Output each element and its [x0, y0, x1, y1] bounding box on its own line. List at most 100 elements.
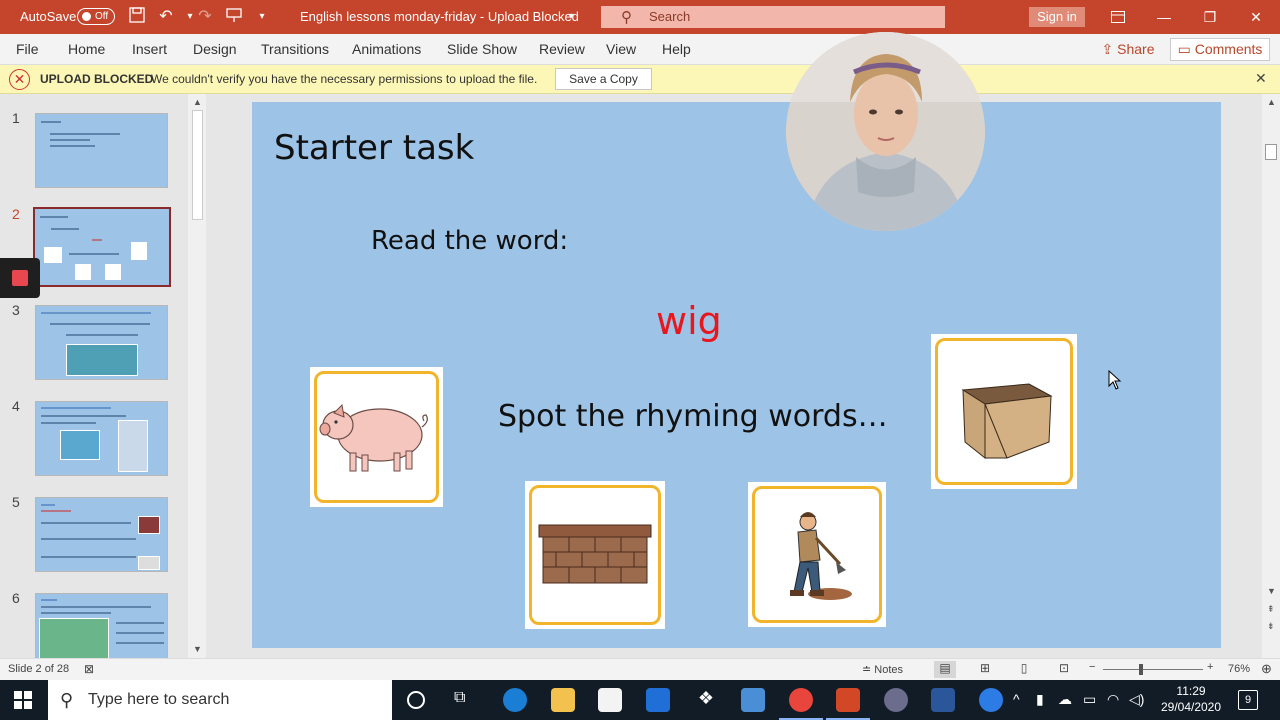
- slide-thumbnail-3[interactable]: [35, 305, 168, 380]
- notes-button[interactable]: ≐ Notes: [862, 663, 903, 676]
- zoom-out-icon[interactable]: −: [1089, 661, 1095, 673]
- slide-instruction[interactable]: Read the word:: [371, 226, 568, 256]
- infobar-message: We couldn't verify you have the necessar…: [151, 72, 538, 86]
- help-icon[interactable]: [979, 688, 1003, 712]
- wall-card[interactable]: [525, 481, 665, 629]
- tab-view[interactable]: View: [606, 41, 636, 57]
- thumb-number: 4: [12, 398, 20, 414]
- store-icon[interactable]: [598, 688, 622, 712]
- zoom-slider-knob[interactable]: [1139, 664, 1143, 675]
- tab-insert[interactable]: Insert: [132, 41, 167, 57]
- undo-icon[interactable]: ↶: [156, 7, 176, 27]
- comments-button[interactable]: ▭ Comments: [1170, 38, 1270, 61]
- scroll-down-icon[interactable]: ▼: [1267, 586, 1276, 596]
- tab-file[interactable]: File: [16, 41, 39, 57]
- autosave-toggle[interactable]: Off: [77, 8, 115, 25]
- share-button[interactable]: ⇪ Share: [1093, 38, 1163, 61]
- tab-review[interactable]: Review: [539, 41, 585, 57]
- save-a-copy-button[interactable]: Save a Copy: [555, 68, 652, 90]
- slide-canvas[interactable]: Starter task Read the word: wig Spot the…: [252, 102, 1221, 648]
- wifi-icon[interactable]: ◠: [1107, 691, 1119, 708]
- tab-slide-show[interactable]: Slide Show: [447, 41, 517, 57]
- slide-thumbnail-2[interactable]: [33, 207, 171, 287]
- box-card[interactable]: [931, 334, 1077, 489]
- scroll-down-icon[interactable]: ▼: [193, 644, 202, 654]
- onedrive-icon[interactable]: ☁: [1058, 691, 1072, 708]
- app-icon[interactable]: [646, 688, 670, 712]
- infobar-close-icon[interactable]: ✕: [1255, 70, 1267, 87]
- sign-in-button[interactable]: Sign in: [1029, 7, 1085, 27]
- previous-slide-icon[interactable]: ⇞: [1267, 604, 1275, 615]
- notification-center-icon[interactable]: 9: [1238, 690, 1258, 710]
- tab-help[interactable]: Help: [662, 41, 691, 57]
- tab-animations[interactable]: Animations: [352, 41, 421, 57]
- taskbar-search-box[interactable]: ⚲ Type here to search: [48, 680, 392, 720]
- comment-icon: ▭: [1177, 41, 1195, 57]
- slide-thumbnail-1[interactable]: [35, 113, 168, 188]
- customize-toolbar-icon[interactable]: ▾: [252, 7, 272, 27]
- normal-view-icon[interactable]: ▤: [934, 661, 956, 678]
- scroll-up-icon[interactable]: ▲: [193, 97, 202, 107]
- title-chevron-down-icon[interactable]: ▾: [561, 7, 581, 27]
- tab-transitions[interactable]: Transitions: [261, 41, 329, 57]
- zoom-in-icon[interactable]: +: [1207, 661, 1213, 673]
- slide-title[interactable]: Starter task: [274, 128, 474, 168]
- tab-design[interactable]: Design: [193, 41, 237, 57]
- slide-scrollbar[interactable]: ▲ ▼ ⇞ ⇟: [1262, 94, 1280, 658]
- fit-to-window-icon[interactable]: ⊕: [1261, 661, 1272, 677]
- paint-icon[interactable]: [884, 688, 908, 712]
- comments-label: Comments: [1194, 41, 1263, 57]
- dropbox-icon[interactable]: ❖: [694, 688, 718, 712]
- slide-thumbnail-4[interactable]: [35, 401, 168, 476]
- battery-icon[interactable]: ▭: [1083, 691, 1096, 708]
- powerpoint-icon[interactable]: [826, 688, 870, 720]
- presenter-webcam: [786, 32, 985, 231]
- target-word[interactable]: wig: [656, 299, 722, 343]
- search-box[interactable]: ⚲ Search: [601, 6, 945, 28]
- thumbnail-scrollbar[interactable]: ▲ ▼: [188, 94, 206, 658]
- word-icon[interactable]: [931, 688, 955, 712]
- thumb-number: 2: [12, 206, 20, 222]
- slide-scroll-thumb[interactable]: [1265, 144, 1277, 160]
- redo-icon[interactable]: ↷: [195, 7, 215, 27]
- show-hidden-icons-icon[interactable]: ^: [1013, 691, 1020, 707]
- minimize-icon[interactable]: —: [1141, 0, 1187, 34]
- tab-home[interactable]: Home: [68, 41, 105, 57]
- clock-time: 11:29: [1176, 684, 1206, 698]
- restore-icon[interactable]: ❐: [1187, 0, 1233, 34]
- slide-thumbnail-5[interactable]: [35, 497, 168, 572]
- pig-card[interactable]: [310, 367, 443, 507]
- slide-sorter-icon[interactable]: ⊞: [974, 661, 996, 678]
- notes-label: Notes: [874, 664, 904, 676]
- share-label: Share: [1117, 41, 1155, 57]
- document-title[interactable]: English lessons monday-friday - Upload B…: [300, 9, 579, 24]
- slide-prompt[interactable]: Spot the rhyming words…: [498, 399, 888, 434]
- mail-icon[interactable]: [741, 688, 765, 712]
- zoom-level[interactable]: 76%: [1228, 663, 1250, 675]
- slideshow-view-icon[interactable]: ⊡: [1053, 661, 1075, 678]
- edge-icon[interactable]: [503, 688, 527, 712]
- stop-recording-button[interactable]: [0, 258, 40, 298]
- accessibility-icon[interactable]: ⊠: [84, 662, 94, 676]
- task-view-icon[interactable]: ⧉: [454, 689, 465, 707]
- present-icon[interactable]: [224, 7, 244, 27]
- thumbnail-scroll-thumb[interactable]: [192, 110, 203, 220]
- windows-start-icon[interactable]: [14, 691, 32, 709]
- next-slide-icon[interactable]: ⇟: [1267, 621, 1275, 632]
- volume-icon[interactable]: ◁): [1129, 691, 1144, 708]
- chrome-icon[interactable]: [779, 688, 823, 720]
- reading-view-icon[interactable]: ▯: [1013, 661, 1035, 678]
- ribbon-display-icon[interactable]: [1095, 0, 1141, 34]
- zoom-slider[interactable]: [1103, 669, 1203, 670]
- file-explorer-icon[interactable]: [551, 688, 575, 712]
- status-bar: Slide 2 of 28 ⊠ ≐ Notes ▤ ⊞ ▯ ⊡ − + 76% …: [0, 658, 1280, 680]
- usb-icon[interactable]: ▮: [1036, 691, 1044, 708]
- taskbar-search-placeholder: Type here to search: [88, 691, 230, 708]
- slide-thumbnail-6[interactable]: [35, 593, 168, 658]
- scroll-up-icon[interactable]: ▲: [1267, 97, 1276, 107]
- close-icon[interactable]: ✕: [1233, 0, 1279, 34]
- system-clock[interactable]: 11:29 29/04/2020: [1160, 683, 1222, 715]
- digging-card[interactable]: [748, 482, 886, 627]
- save-icon[interactable]: [127, 7, 147, 27]
- cortana-icon[interactable]: [407, 691, 425, 709]
